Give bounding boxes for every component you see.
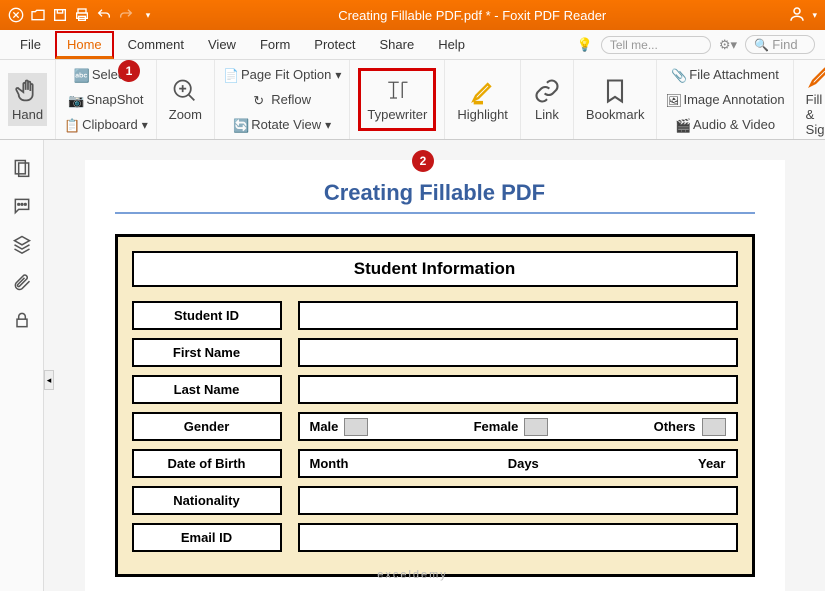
label-dob: Date of Birth	[132, 449, 282, 478]
label-gender: Gender	[132, 412, 282, 441]
app-logo-icon	[8, 7, 24, 23]
sidebar-collapse-icon[interactable]: ◂	[44, 370, 54, 390]
callout-badge-1: 1	[118, 60, 140, 82]
menu-comment[interactable]: Comment	[118, 33, 194, 56]
field-studentid[interactable]	[298, 301, 738, 330]
print-icon[interactable]	[74, 7, 90, 23]
menu-share[interactable]: Share	[369, 33, 424, 56]
quick-access-toolbar: ▾	[8, 7, 156, 23]
fileattach-button[interactable]: 📎File Attachment	[671, 66, 779, 83]
menu-view[interactable]: View	[198, 33, 246, 56]
zoom-button[interactable]: Zoom	[165, 73, 206, 126]
row-email: Email ID	[132, 523, 738, 552]
hand-button[interactable]: Hand	[8, 73, 47, 126]
menu-home[interactable]: Home	[55, 31, 114, 59]
settings-icon[interactable]: ⚙▾	[719, 37, 737, 53]
reflow-button[interactable]: ↻Reflow	[253, 91, 311, 108]
snapshot-button[interactable]: 📷SnapShot	[68, 91, 143, 108]
link-button[interactable]: Link	[529, 73, 565, 126]
label-nationality: Nationality	[132, 486, 282, 515]
row-gender: Gender Male Female Others	[132, 412, 738, 441]
rotate-button[interactable]: 🔄Rotate View ▾	[233, 116, 331, 133]
field-nationality[interactable]	[298, 486, 738, 515]
row-studentid: Student ID	[132, 301, 738, 330]
row-lastname: Last Name	[132, 375, 738, 404]
form-container: Student Information Student ID First Nam…	[115, 234, 755, 577]
security-icon[interactable]	[12, 310, 32, 330]
label-studentid: Student ID	[132, 301, 282, 330]
lightbulb-icon: 💡	[577, 37, 593, 53]
menu-file[interactable]: File	[10, 33, 51, 56]
pagefit-button[interactable]: 📄Page Fit Option ▾	[223, 66, 341, 83]
field-firstname[interactable]	[298, 338, 738, 367]
form-section-header: Student Information	[132, 251, 738, 287]
attachment-icon[interactable]	[12, 272, 32, 292]
bookmark-button[interactable]: Bookmark	[582, 73, 649, 126]
field-email[interactable]	[298, 523, 738, 552]
sidebar	[0, 140, 44, 591]
callout-badge-2: 2	[412, 150, 434, 172]
user-icon[interactable]	[788, 5, 806, 26]
label-firstname: First Name	[132, 338, 282, 367]
menu-help[interactable]: Help	[428, 33, 475, 56]
undo-icon[interactable]	[96, 7, 112, 23]
field-gender: Male Female Others	[298, 412, 738, 441]
workspace: ◂ Creating Fillable PDF Student Informat…	[0, 140, 825, 591]
page-title: Creating Fillable PDF	[115, 180, 755, 214]
clipboard-button[interactable]: 📋Clipboard ▾	[64, 116, 148, 133]
tellme-search[interactable]: Tell me...	[601, 36, 711, 54]
comments-icon[interactable]	[12, 196, 32, 216]
redo-icon[interactable]	[118, 7, 134, 23]
layers-icon[interactable]	[12, 234, 32, 254]
checkbox-others[interactable]	[702, 418, 726, 436]
row-firstname: First Name	[132, 338, 738, 367]
row-nationality: Nationality	[132, 486, 738, 515]
window-title: Creating Fillable PDF.pdf * - Foxit PDF …	[156, 8, 788, 23]
imageannot-button[interactable]: 🖼Image Annotation	[665, 91, 784, 108]
pdf-page: Creating Fillable PDF Student Informatio…	[85, 160, 785, 591]
find-input[interactable]: 🔍 Find	[745, 35, 815, 54]
row-dob: Date of Birth Month Days Year	[132, 449, 738, 478]
menu-form[interactable]: Form	[250, 33, 300, 56]
menu-protect[interactable]: Protect	[304, 33, 365, 56]
open-icon[interactable]	[30, 7, 46, 23]
field-dob: Month Days Year	[298, 449, 738, 478]
user-dropdown-icon[interactable]: ▾	[812, 10, 817, 21]
checkbox-male[interactable]	[344, 418, 368, 436]
titlebar: ▾ Creating Fillable PDF.pdf * - Foxit PD…	[0, 0, 825, 30]
qat-dropdown-icon[interactable]: ▾	[140, 7, 156, 23]
menubar: File Home Comment View Form Protect Shar…	[0, 30, 825, 60]
audiovideo-button[interactable]: 🎬Audio & Video	[675, 116, 775, 133]
save-icon[interactable]	[52, 7, 68, 23]
label-email: Email ID	[132, 523, 282, 552]
pages-icon[interactable]	[12, 158, 32, 178]
checkbox-female[interactable]	[524, 418, 548, 436]
highlight-button[interactable]: Highlight	[453, 73, 512, 126]
page-area[interactable]: Creating Fillable PDF Student Informatio…	[44, 140, 825, 591]
typewriter-button[interactable]: Typewriter	[363, 73, 431, 126]
field-lastname[interactable]	[298, 375, 738, 404]
fillsign-button[interactable]: Fill & Sign	[802, 58, 825, 141]
label-lastname: Last Name	[132, 375, 282, 404]
